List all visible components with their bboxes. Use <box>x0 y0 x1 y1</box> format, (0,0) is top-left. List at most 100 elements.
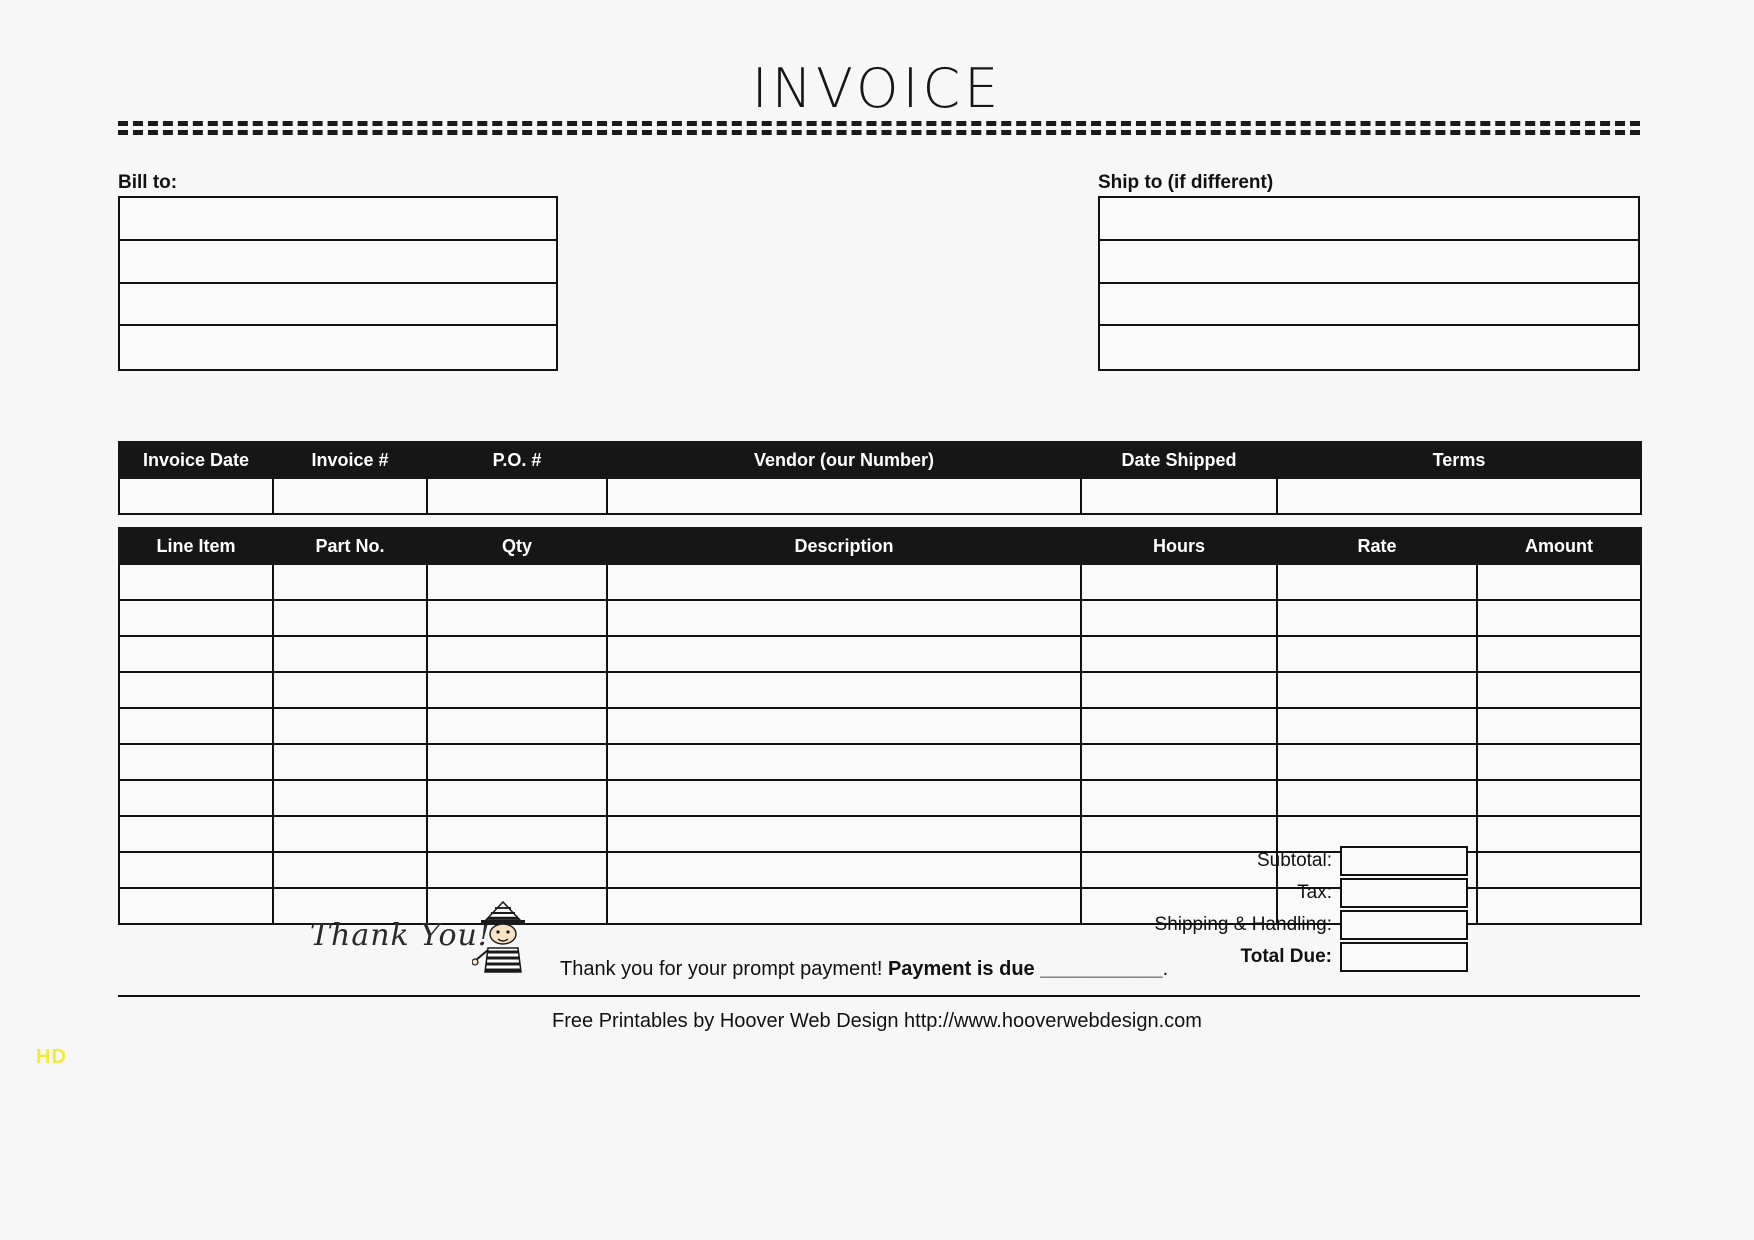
cell-hours[interactable] <box>1080 563 1278 601</box>
cell-po-number[interactable] <box>426 477 608 515</box>
table-row <box>118 743 1642 781</box>
cell-part-no[interactable] <box>272 707 428 745</box>
cell-amount[interactable] <box>1476 851 1642 889</box>
tax-label: Tax: <box>1297 882 1332 903</box>
cell-amount[interactable] <box>1476 779 1642 817</box>
cell-qty[interactable] <box>426 743 608 781</box>
cell-invoice-number[interactable] <box>272 477 428 515</box>
cell-description[interactable] <box>606 887 1082 925</box>
cell-hours[interactable] <box>1080 599 1278 637</box>
ship-to-row[interactable] <box>1100 326 1638 369</box>
ship-to-row[interactable] <box>1100 284 1638 327</box>
cell-qty[interactable] <box>426 707 608 745</box>
col-date-shipped: Date Shipped <box>1080 441 1278 479</box>
cell-qty[interactable] <box>426 563 608 601</box>
cell-part-no[interactable] <box>272 851 428 889</box>
cell-amount[interactable] <box>1476 887 1642 925</box>
col-po-number: P.O. # <box>426 441 608 479</box>
cell-line-item[interactable] <box>118 671 274 709</box>
cell-vendor-number[interactable] <box>606 477 1082 515</box>
cell-amount[interactable] <box>1476 707 1642 745</box>
col-amount: Amount <box>1476 527 1642 565</box>
cell-part-no[interactable] <box>272 815 428 853</box>
ship-to-label: Ship to (if different) <box>1098 172 1274 193</box>
cell-hours[interactable] <box>1080 671 1278 709</box>
ship-to-row[interactable] <box>1100 241 1638 284</box>
cell-amount[interactable] <box>1476 563 1642 601</box>
cell-description[interactable] <box>606 635 1082 673</box>
cell-line-item[interactable] <box>118 779 274 817</box>
cell-description[interactable] <box>606 707 1082 745</box>
cell-part-no[interactable] <box>272 671 428 709</box>
cell-invoice-date[interactable] <box>118 477 274 515</box>
cell-qty[interactable] <box>426 851 608 889</box>
cell-line-item[interactable] <box>118 563 274 601</box>
bill-to-row[interactable] <box>120 284 556 327</box>
cell-hours[interactable] <box>1080 635 1278 673</box>
cell-qty[interactable] <box>426 779 608 817</box>
cell-amount[interactable] <box>1476 599 1642 637</box>
cell-qty[interactable] <box>426 671 608 709</box>
ship-to-box[interactable] <box>1098 196 1640 371</box>
cell-rate[interactable] <box>1276 707 1478 745</box>
totals-row-subtotal: Subtotal: <box>1120 845 1468 877</box>
cell-hours[interactable] <box>1080 779 1278 817</box>
cell-part-no[interactable] <box>272 635 428 673</box>
thank-you-script-text: Thank You! <box>310 918 491 953</box>
col-rate: Rate <box>1276 527 1478 565</box>
bill-to-row[interactable] <box>120 326 556 369</box>
cell-description[interactable] <box>606 671 1082 709</box>
totals-row-tax: Tax: <box>1120 877 1468 909</box>
col-description: Description <box>606 527 1082 565</box>
cell-description[interactable] <box>606 599 1082 637</box>
col-invoice-date: Invoice Date <box>118 441 274 479</box>
bill-to-box[interactable] <box>118 196 558 371</box>
cell-line-item[interactable] <box>118 743 274 781</box>
cell-qty[interactable] <box>426 599 608 637</box>
cell-rate[interactable] <box>1276 599 1478 637</box>
bill-to-row[interactable] <box>120 241 556 284</box>
cell-amount[interactable] <box>1476 671 1642 709</box>
cell-qty[interactable] <box>426 815 608 853</box>
cell-amount[interactable] <box>1476 743 1642 781</box>
cell-rate[interactable] <box>1276 779 1478 817</box>
cell-line-item[interactable] <box>118 887 274 925</box>
cell-part-no[interactable] <box>272 563 428 601</box>
cell-rate[interactable] <box>1276 743 1478 781</box>
cell-line-item[interactable] <box>118 635 274 673</box>
ship-to-row[interactable] <box>1100 198 1638 241</box>
cell-description[interactable] <box>606 815 1082 853</box>
shipping-handling-value[interactable] <box>1340 910 1468 940</box>
cell-part-no[interactable] <box>272 599 428 637</box>
table-row <box>118 635 1642 673</box>
cell-line-item[interactable] <box>118 599 274 637</box>
cell-amount[interactable] <box>1476 815 1642 853</box>
cell-description[interactable] <box>606 563 1082 601</box>
cell-terms[interactable] <box>1276 477 1642 515</box>
invoice-info-value-row <box>118 477 1642 515</box>
cell-date-shipped[interactable] <box>1080 477 1278 515</box>
table-row <box>118 779 1642 817</box>
cell-line-item[interactable] <box>118 851 274 889</box>
cell-hours[interactable] <box>1080 743 1278 781</box>
cell-hours[interactable] <box>1080 707 1278 745</box>
col-vendor-number: Vendor (our Number) <box>606 441 1082 479</box>
cell-line-item[interactable] <box>118 815 274 853</box>
cell-rate[interactable] <box>1276 563 1478 601</box>
cell-part-no[interactable] <box>272 743 428 781</box>
cell-description[interactable] <box>606 851 1082 889</box>
cell-rate[interactable] <box>1276 635 1478 673</box>
subtotal-value[interactable] <box>1340 846 1468 876</box>
invoice-page: INVOICE Bill to: Ship to (if different) <box>0 0 1754 1240</box>
cell-qty[interactable] <box>426 635 608 673</box>
tax-value[interactable] <box>1340 878 1468 908</box>
page-title: INVOICE <box>751 57 1003 120</box>
cell-description[interactable] <box>606 779 1082 817</box>
cell-amount[interactable] <box>1476 635 1642 673</box>
bill-to-row[interactable] <box>120 198 556 241</box>
cell-description[interactable] <box>606 743 1082 781</box>
cell-rate[interactable] <box>1276 671 1478 709</box>
total-due-value[interactable] <box>1340 942 1468 972</box>
cell-line-item[interactable] <box>118 707 274 745</box>
cell-part-no[interactable] <box>272 779 428 817</box>
